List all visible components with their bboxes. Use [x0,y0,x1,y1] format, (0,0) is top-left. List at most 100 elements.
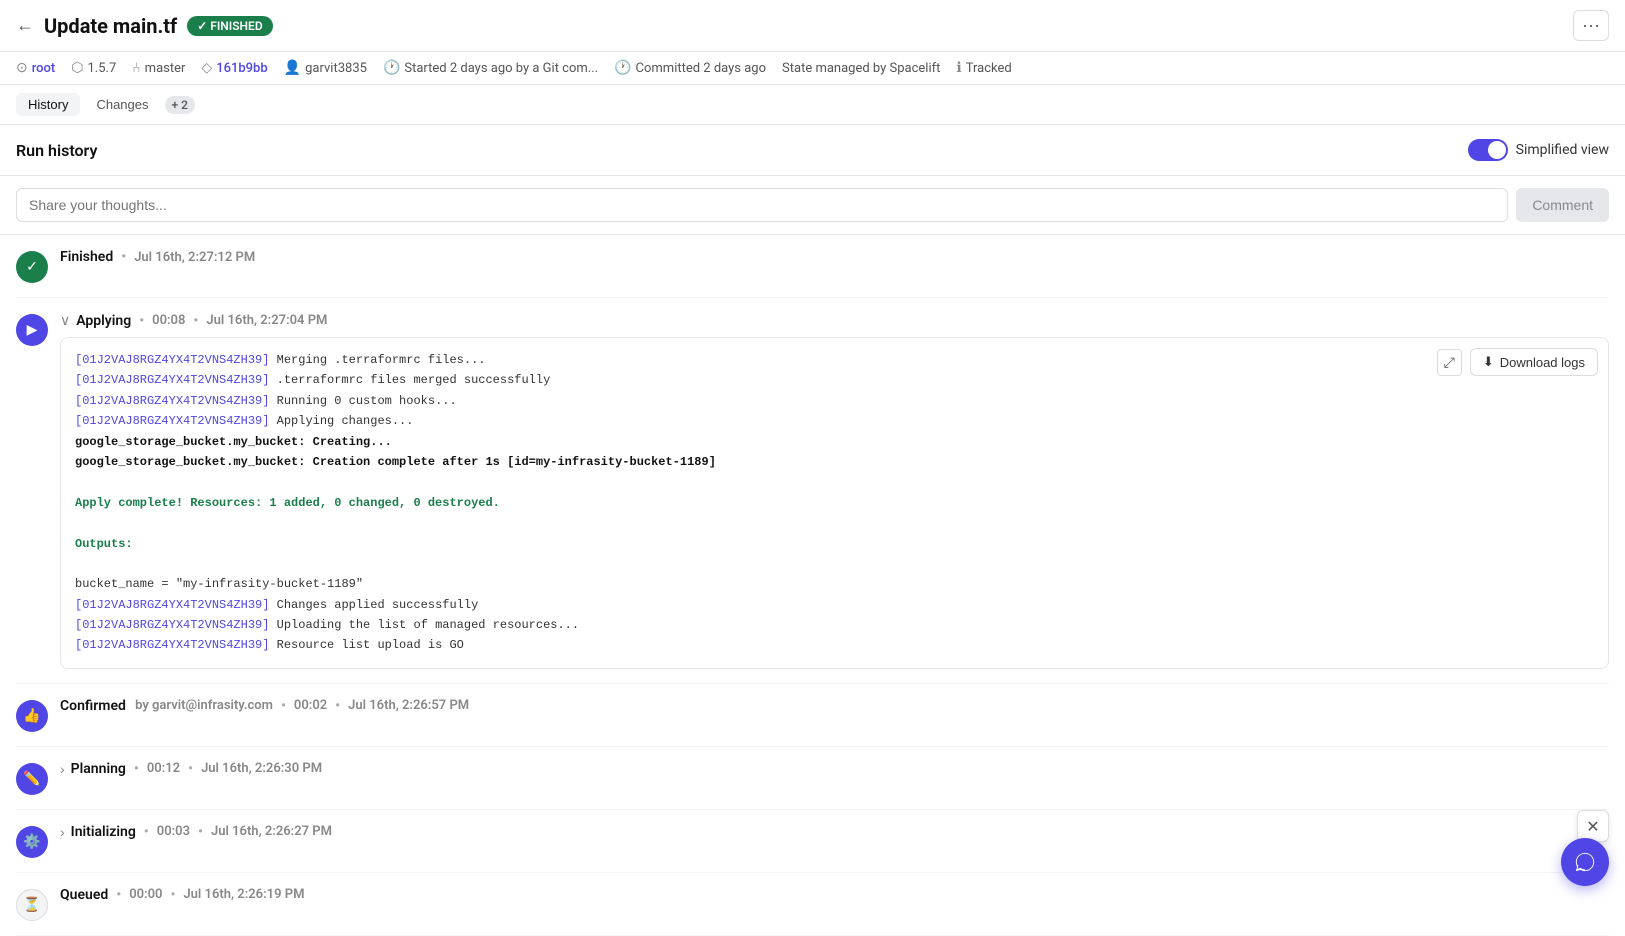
log-blank-3 [75,554,1594,574]
toggle-knob [1488,141,1506,159]
timeline-item-initializing: ⚙️ › Initializing • 00:03 • Jul 16th, 2:… [16,810,1609,873]
timeline-item-queued: ⏳ Queued • 00:00 • Jul 16th, 2:26:19 PM [16,873,1609,936]
timeline: ✓ Finished • Jul 16th, 2:27:12 PM ▶ ∨ Ap… [0,235,1625,936]
simplified-view-label: Simplified view [1516,142,1609,158]
committed-value: Committed 2 days ago [636,61,767,76]
initializing-collapse-btn[interactable]: › [60,824,65,840]
run-history-title: Run history [16,141,97,160]
meta-started: 🕐 Started 2 days ago by a Git com... [383,60,598,76]
log-line-5: google_storage_bucket.my_bucket: Creatin… [75,432,1594,452]
dot3: • [193,313,198,329]
commit-link[interactable]: 161b9bb [216,61,267,76]
changes-badge: + 2 [165,96,195,114]
comment-input[interactable] [16,188,1508,222]
dot2: • [139,313,144,329]
chat-button[interactable] [1561,838,1609,886]
dot10: • [116,887,121,903]
comment-area: Comment [0,176,1625,235]
finished-content: Finished • Jul 16th, 2:27:12 PM [60,249,1609,265]
meta-tracked: ℹ Tracked [956,60,1011,76]
commit-clock-icon: 🕐 [614,60,631,76]
finished-text: Finished [60,249,113,265]
more-button[interactable]: ··· [1573,10,1609,41]
confirmed-text: Confirmed [60,698,126,714]
planning-timestamp: Jul 16th, 2:26:30 PM [201,761,322,776]
tracked-value: Tracked [966,61,1012,76]
log-blank-1 [75,472,1594,492]
confirmed-icon: 👍 [16,700,48,732]
run-history-header: Run history Simplified view [0,125,1625,176]
finished-badge: ✓ FINISHED [187,16,272,36]
confirmed-content: Confirmed by garvit@infrasity.com • 00:0… [60,698,1609,714]
planning-label: › Planning • 00:12 • Jul 16th, 2:26:30 P… [60,761,1609,777]
dot4: • [281,698,286,714]
log-line-10: [01J2VAJ8RGZ4YX4T2VNS4ZH39] Changes appl… [75,595,1594,615]
finished-label: Finished • Jul 16th, 2:27:12 PM [60,249,1609,265]
timeline-item-confirmed: 👍 Confirmed by garvit@infrasity.com • 00… [16,684,1609,747]
dot9: • [198,824,203,840]
planning-content: › Planning • 00:12 • Jul 16th, 2:26:30 P… [60,761,1609,777]
comment-button[interactable]: Comment [1516,188,1609,222]
queued-duration: 00:00 [129,887,162,902]
initializing-text: Initializing [71,824,136,840]
applying-content: ∨ Applying • 00:08 • Jul 16th, 2:27:04 P… [60,312,1609,669]
planning-icon: ✏️ [16,763,48,795]
planning-duration: 00:12 [147,761,180,776]
download-label: Download logs [1500,355,1585,370]
applying-duration: 00:08 [152,313,185,328]
meta-committed: 🕐 Committed 2 days ago [614,60,766,76]
queued-label: Queued • 00:00 • Jul 16th, 2:26:19 PM [60,887,1609,903]
root-icon: ⊙ [16,60,28,76]
planning-text: Planning [71,761,126,777]
timeline-item-planning: ✏️ › Planning • 00:12 • Jul 16th, 2:26:3… [16,747,1609,810]
applying-icon: ▶ [16,314,48,346]
clock-icon: 🕐 [383,60,400,76]
chat-icon [1574,851,1596,873]
version-icon: ⬡ [71,60,83,76]
back-button[interactable]: ← [16,15,34,36]
applying-text: Applying [76,313,131,329]
log-line-8: Outputs: [75,534,1594,554]
header-left: ← Update main.tf ✓ FINISHED [16,14,273,38]
initializing-label: › Initializing • 00:03 • Jul 16th, 2:26:… [60,824,1609,840]
dot5: • [335,698,340,714]
timeline-item-applying: ▶ ∨ Applying • 00:08 • Jul 16th, 2:27:04… [16,298,1609,684]
queued-timestamp: Jul 16th, 2:26:19 PM [183,887,304,902]
queued-content: Queued • 00:00 • Jul 16th, 2:26:19 PM [60,887,1609,903]
initializing-content: › Initializing • 00:03 • Jul 16th, 2:26:… [60,824,1609,840]
dot1: • [121,249,126,265]
log-blank-2 [75,513,1594,533]
dot6: • [134,761,139,777]
confirmed-by: by garvit@infrasity.com [132,698,273,713]
state-value: State managed by Spacelift [782,61,940,76]
started-value: Started 2 days ago by a Git com... [404,61,598,76]
download-icon: ⬇ [1483,354,1494,370]
page-title: Update main.tf [44,14,177,38]
tab-history[interactable]: History [16,93,80,116]
queued-text: Queued [60,887,108,903]
planning-collapse-btn[interactable]: › [60,761,65,777]
initializing-icon: ⚙️ [16,826,48,858]
dot7: • [188,761,193,777]
applying-timestamp: Jul 16th, 2:27:04 PM [206,313,327,328]
confirmed-timestamp: Jul 16th, 2:26:57 PM [348,698,469,713]
log-box-actions: ⤢ ⬇ Download logs [1437,348,1598,376]
initializing-duration: 00:03 [157,824,190,839]
meta-user: 👤 garvit3835 [284,60,367,76]
tracked-icon: ℹ [956,60,961,76]
tabs-row: History Changes + 2 [0,85,1625,125]
branch-value: master [145,61,186,76]
meta-branch: ⑃ master [132,60,185,76]
commit-icon: ◇ [201,60,212,76]
finished-icon: ✓ [16,251,48,283]
root-link[interactable]: root [32,61,56,76]
download-logs-button[interactable]: ⬇ Download logs [1470,348,1598,376]
simplified-view-toggle[interactable] [1468,139,1508,161]
tab-changes[interactable]: Changes [84,93,160,116]
log-line-12: [01J2VAJ8RGZ4YX4T2VNS4ZH39] Resource lis… [75,635,1594,655]
timeline-item-finished: ✓ Finished • Jul 16th, 2:27:12 PM [16,235,1609,298]
expand-log-button[interactable]: ⤢ [1437,349,1462,376]
applying-collapse-btn[interactable]: ∨ [60,312,70,329]
top-header: ← Update main.tf ✓ FINISHED ··· [0,0,1625,52]
meta-root: ⊙ root [16,60,55,76]
